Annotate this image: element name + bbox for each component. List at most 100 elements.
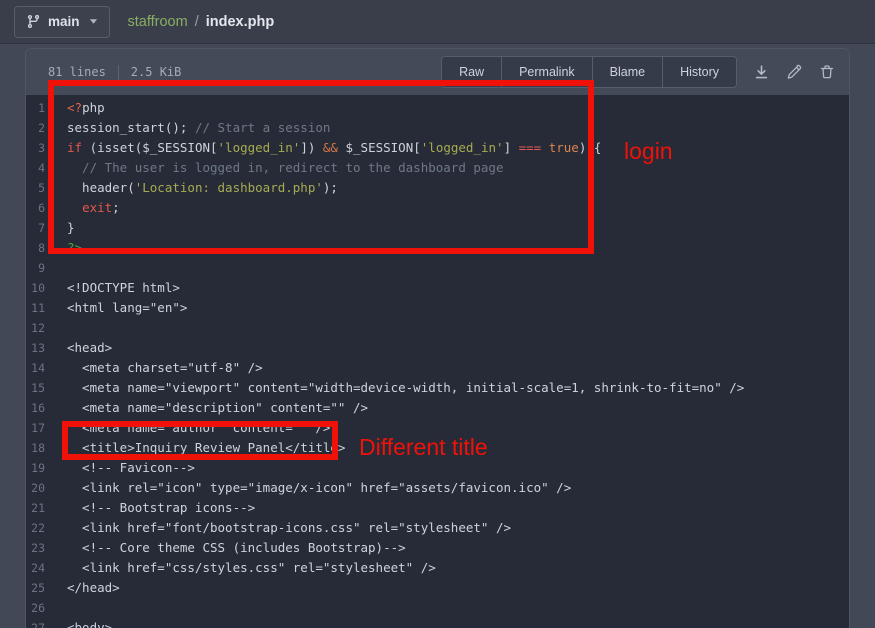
file-view-screen: main staffroom / index.php 81 lines 2.5 … [0, 0, 875, 628]
blame-button[interactable]: Blame [593, 57, 663, 87]
code-line: 22 <link href="font/bootstrap-icons.css"… [26, 518, 849, 538]
code-line-content: exit; [67, 198, 120, 218]
code-line: 15 <meta name="viewport" content="width=… [26, 378, 849, 398]
file-card: 81 lines 2.5 KiB Raw Permalink Blame His… [25, 48, 850, 628]
file-header: 81 lines 2.5 KiB Raw Permalink Blame His… [26, 49, 849, 95]
code-line: 1<?php [26, 98, 849, 118]
view-mode-button-group: Raw Permalink Blame History [441, 56, 737, 88]
line-number[interactable]: 1 [26, 98, 45, 118]
line-number[interactable]: 20 [26, 478, 45, 498]
git-branch-icon [26, 14, 41, 29]
line-number[interactable]: 15 [26, 378, 45, 398]
file-stats: 81 lines 2.5 KiB [48, 65, 181, 80]
top-navbar: main staffroom / index.php [0, 0, 875, 44]
line-number[interactable]: 24 [26, 558, 45, 578]
code-line: 26 [26, 598, 849, 618]
line-number[interactable]: 19 [26, 458, 45, 478]
chevron-down-icon [89, 18, 98, 25]
breadcrumb-repo-link[interactable]: staffroom [128, 14, 188, 30]
code-line: 7} [26, 218, 849, 238]
code-line: 8 ?> [26, 238, 849, 258]
code-line-content: <link rel="icon" type="image/x-icon" hre… [67, 478, 571, 498]
line-number[interactable]: 7 [26, 218, 45, 238]
code-line-content: session_start(); // Start a session [67, 118, 330, 138]
code-line: 25 </head> [26, 578, 849, 598]
line-number[interactable]: 18 [26, 438, 45, 458]
line-number[interactable]: 27 [26, 618, 45, 628]
code-line: 21 <!-- Bootstrap icons--> [26, 498, 849, 518]
code-line: 23 <!-- Core theme CSS (includes Bootstr… [26, 538, 849, 558]
code-line: 24 <link href="css/styles.css" rel="styl… [26, 558, 849, 578]
permalink-button[interactable]: Permalink [502, 57, 593, 87]
delete-icon[interactable] [818, 63, 836, 81]
line-number[interactable]: 22 [26, 518, 45, 538]
code-line-content: <html lang="en"> [67, 298, 187, 318]
code-line-content: <meta charset="utf-8" /> [67, 358, 263, 378]
code-line: 13 <head> [26, 338, 849, 358]
code-line-content: <!-- Core theme CSS (includes Bootstrap)… [67, 538, 406, 558]
edit-icon[interactable] [785, 63, 803, 81]
raw-button[interactable]: Raw [442, 57, 502, 87]
code-line: 18 <title>Inquiry Review Panel</title> [26, 438, 849, 458]
line-number[interactable]: 5 [26, 178, 45, 198]
code-line-content: <!-- Favicon--> [67, 458, 195, 478]
line-number[interactable]: 21 [26, 498, 45, 518]
code-line-content: ?> [67, 238, 82, 258]
code-line-content: // The user is logged in, redirect to th… [67, 158, 504, 178]
code-line-content: if (isset($_SESSION['logged_in']) && $_S… [67, 138, 601, 158]
code-line: 17 <meta name="author" content="" /> [26, 418, 849, 438]
line-number[interactable]: 23 [26, 538, 45, 558]
code-line-content: </head> [67, 578, 120, 598]
code-line-content: <meta name="viewport" content="width=dev… [67, 378, 744, 398]
code-line: 4 // The user is logged in, redirect to … [26, 158, 849, 178]
line-number[interactable]: 10 [26, 278, 45, 298]
history-button[interactable]: History [663, 57, 736, 87]
line-number[interactable]: 2 [26, 118, 45, 138]
code-line: 5 header('Location: dashboard.php'); [26, 178, 849, 198]
code-line: 19 <!-- Favicon--> [26, 458, 849, 478]
branch-selector[interactable]: main [14, 6, 110, 38]
line-number[interactable]: 8 [26, 238, 45, 258]
code-line-content: <title>Inquiry Review Panel</title> [67, 438, 345, 458]
stats-divider [118, 65, 119, 80]
code-viewer: 1<?php2 session_start(); // Start a sessi… [26, 95, 849, 628]
code-line-content: <!DOCTYPE html> [67, 278, 180, 298]
line-number[interactable]: 4 [26, 158, 45, 178]
file-size: 2.5 KiB [131, 65, 182, 79]
code-line: 10 <!DOCTYPE html> [26, 278, 849, 298]
code-line-content: <head> [67, 338, 112, 358]
line-number[interactable]: 26 [26, 598, 45, 618]
code-line: 6 exit; [26, 198, 849, 218]
code-line: 16 <meta name="description" content="" /… [26, 398, 849, 418]
code-line: 20 <link rel="icon" type="image/x-icon" … [26, 478, 849, 498]
line-number[interactable]: 14 [26, 358, 45, 378]
code-line-content: <meta name="description" content="" /> [67, 398, 368, 418]
line-number[interactable]: 16 [26, 398, 45, 418]
line-number[interactable]: 17 [26, 418, 45, 438]
code-line-content: <link href="css/styles.css" rel="stylesh… [67, 558, 436, 578]
line-number[interactable]: 9 [26, 258, 45, 278]
code-line: 12 [26, 318, 849, 338]
code-line: 2 session_start(); // Start a session [26, 118, 849, 138]
line-number[interactable]: 3 [26, 138, 45, 158]
code-line: 9 [26, 258, 849, 278]
file-lines-count: 81 lines [48, 65, 106, 79]
branch-name: main [48, 14, 80, 29]
code-line: 3 if (isset($_SESSION['logged_in']) && $_… [26, 138, 849, 158]
line-number[interactable]: 12 [26, 318, 45, 338]
code-line-content: <body> [67, 618, 112, 628]
file-actions: Raw Permalink Blame History [441, 56, 836, 88]
code-line-content: <!-- Bootstrap icons--> [67, 498, 255, 518]
code-line: 27 <body> [26, 618, 849, 628]
code-line-content: header('Location: dashboard.php'); [67, 178, 338, 198]
breadcrumb: staffroom / index.php [128, 14, 275, 30]
line-number[interactable]: 6 [26, 198, 45, 218]
code-line-content: <meta name="author" content="" /> [67, 418, 330, 438]
code-line-content: <link href="font/bootstrap-icons.css" re… [67, 518, 511, 538]
line-number[interactable]: 25 [26, 578, 45, 598]
line-number[interactable]: 13 [26, 338, 45, 358]
breadcrumb-file-name: index.php [206, 14, 274, 30]
code-line: 14 <meta charset="utf-8" /> [26, 358, 849, 378]
download-icon[interactable] [752, 63, 770, 81]
line-number[interactable]: 11 [26, 298, 45, 318]
